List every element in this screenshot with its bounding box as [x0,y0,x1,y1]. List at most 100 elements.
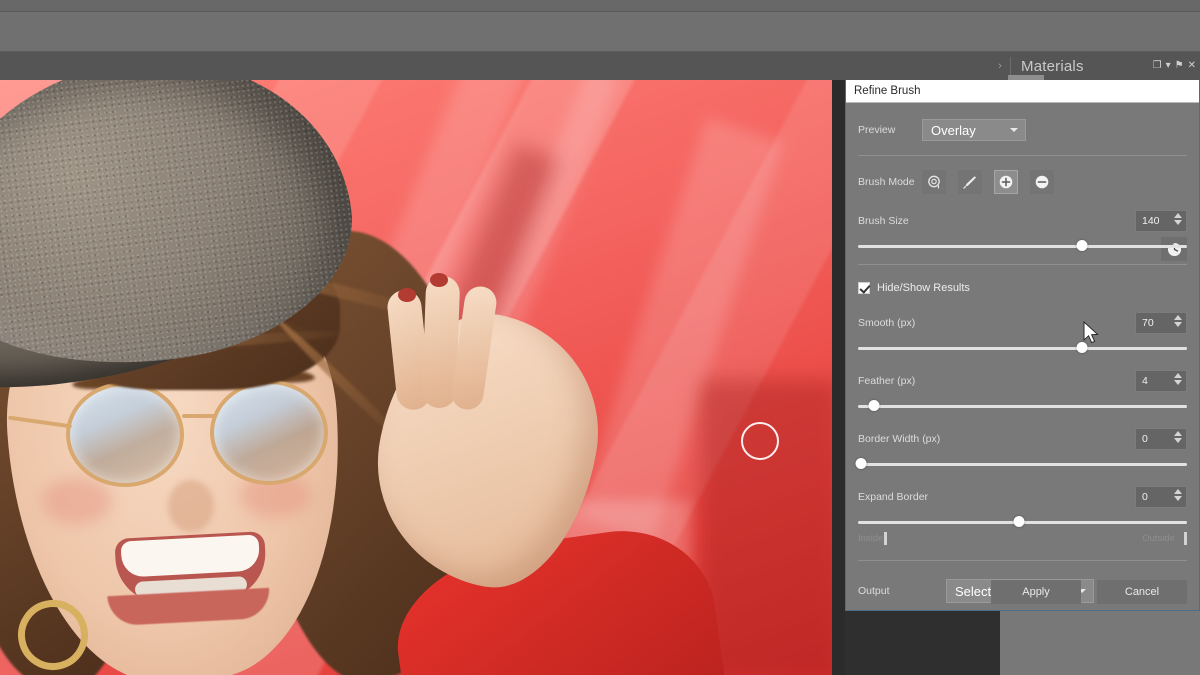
arrow-pointer-icon [1083,321,1101,347]
outside-label: Outside [1142,533,1175,544]
fingernail [398,288,416,302]
slider-handle[interactable] [869,400,880,411]
expand-border-slider[interactable] [858,516,1187,528]
border-width-slider[interactable] [858,458,1187,470]
brush-size-label: Brush Size [858,215,909,227]
restore-icon[interactable]: ❐ [1153,61,1162,71]
feather-slider[interactable] [858,400,1187,412]
apply-button[interactable]: Apply [991,580,1081,604]
brush-mode-label: Brush Mode [858,176,916,188]
feather-value: 4 [1142,375,1148,387]
divider-3 [858,560,1187,561]
eyeglasses [60,380,360,490]
outside-tick [1184,532,1187,545]
hide-show-results-row[interactable]: Hide/Show Results [858,280,1187,296]
brush-mode-raise-button[interactable] [958,170,982,194]
stepper-arrows[interactable] [1174,489,1182,501]
divider-1 [858,155,1187,156]
stepper-up-icon[interactable] [1174,315,1182,320]
brush-mode-auto-button[interactable] [922,170,946,194]
border-width-value: 0 [1142,433,1148,445]
slider-track [858,347,1187,350]
expand-border-row: Expand Border 0 [858,486,1187,508]
image-canvas[interactable] [0,80,832,675]
preview-dropdown[interactable]: Overlay [922,119,1026,141]
smooth-input[interactable]: 70 [1135,312,1187,334]
hide-show-results-checkbox[interactable] [858,282,870,294]
teeth-upper [121,534,261,577]
cancel-button[interactable]: Cancel [1097,580,1187,604]
preview-value: Overlay [931,123,976,138]
feather-row: Feather (px) 4 [858,370,1187,392]
stepper-down-icon[interactable] [1174,438,1182,443]
photo-woman-with-hat-and-glasses [0,80,832,675]
brush-size-input[interactable]: 140 [1135,210,1187,232]
border-width-input[interactable]: 0 [1135,428,1187,450]
stepper-arrows[interactable] [1174,431,1182,443]
border-width-label: Border Width (px) [858,433,940,445]
glasses-bridge [182,414,216,418]
dialog-buttons: Apply Cancel [991,580,1187,604]
stepper-up-icon[interactable] [1174,489,1182,494]
expand-border-label: Expand Border [858,491,928,503]
brush-mode-subtract-button[interactable] [1030,170,1054,194]
brush-mode-add-button[interactable] [994,170,1018,194]
plus-circle-icon [998,174,1014,190]
expand-border-value: 0 [1142,491,1148,503]
lens-right [210,380,328,485]
close-icon[interactable]: ✕ [1188,61,1196,71]
brush-circle-cursor [741,422,779,460]
brush-size-slider[interactable] [858,240,1187,252]
smooth-value: 70 [1142,317,1154,329]
feather-label: Feather (px) [858,375,915,387]
slider-handle[interactable] [1014,516,1025,527]
stepper-down-icon[interactable] [1174,380,1182,385]
hide-show-results-label: Hide/Show Results [877,282,970,294]
tab-materials[interactable]: Materials [1011,58,1153,75]
stepper-down-icon[interactable] [1174,322,1182,327]
stepper-arrows[interactable] [1174,213,1182,225]
stepper-arrows[interactable] [1174,315,1182,327]
divider-2 [858,264,1187,265]
stepper-arrows[interactable] [1174,373,1182,385]
preview-label: Preview [858,124,914,136]
stepper-up-icon[interactable] [1174,373,1182,378]
inside-label: Inside [858,533,883,544]
border-width-row: Border Width (px) 0 [858,428,1187,450]
smooth-slider[interactable] [858,342,1187,354]
menu-bar [0,0,1200,12]
brush-size-value: 140 [1142,215,1160,227]
smooth-row: Smooth (px) 70 [858,312,1187,334]
stepper-down-icon[interactable] [1174,220,1182,225]
expand-border-scale: Inside Outside [858,532,1187,548]
fingernail [430,273,448,287]
stepper-up-icon[interactable] [1174,431,1182,436]
chevron-down-icon[interactable]: ▾ [1166,61,1171,71]
slider-track [858,463,1187,466]
expand-border-input[interactable]: 0 [1135,486,1187,508]
slider-handle[interactable] [1076,240,1087,251]
slider-track [858,245,1187,248]
preview-row: Preview Overlay [858,119,1187,141]
stepper-up-icon[interactable] [1174,213,1182,218]
dialog-title: Refine Brush [846,80,1199,103]
lens-left [66,382,184,487]
inside-tick [884,532,887,545]
options-toolbar [0,12,1200,52]
brush-size-row: Brush Size 140 [858,210,1187,232]
chevron-down-icon[interactable] [1010,128,1018,132]
chevron-right-icon[interactable]: › [990,61,1010,72]
dock-window-controls[interactable]: ❐ ▾ ⚑ ✕ [1153,61,1200,71]
output-label: Output [858,585,946,597]
feather-input[interactable]: 4 [1135,370,1187,392]
brush-mode-buttons [922,170,1054,194]
stepper-down-icon[interactable] [1174,496,1182,501]
slider-handle[interactable] [856,458,867,469]
brush-mode-row: Brush Mode [858,170,1187,194]
application-window: › Materials ❐ ▾ ⚑ ✕ [0,0,1200,675]
dialog-body: Preview Overlay Brush Mode [846,119,1199,626]
smooth-label: Smooth (px) [858,317,915,329]
brush-pen-icon [962,174,978,190]
refine-brush-dialog: Refine Brush Preview Overlay Brush Mode [845,80,1200,611]
pin-icon[interactable]: ⚑ [1175,61,1184,71]
